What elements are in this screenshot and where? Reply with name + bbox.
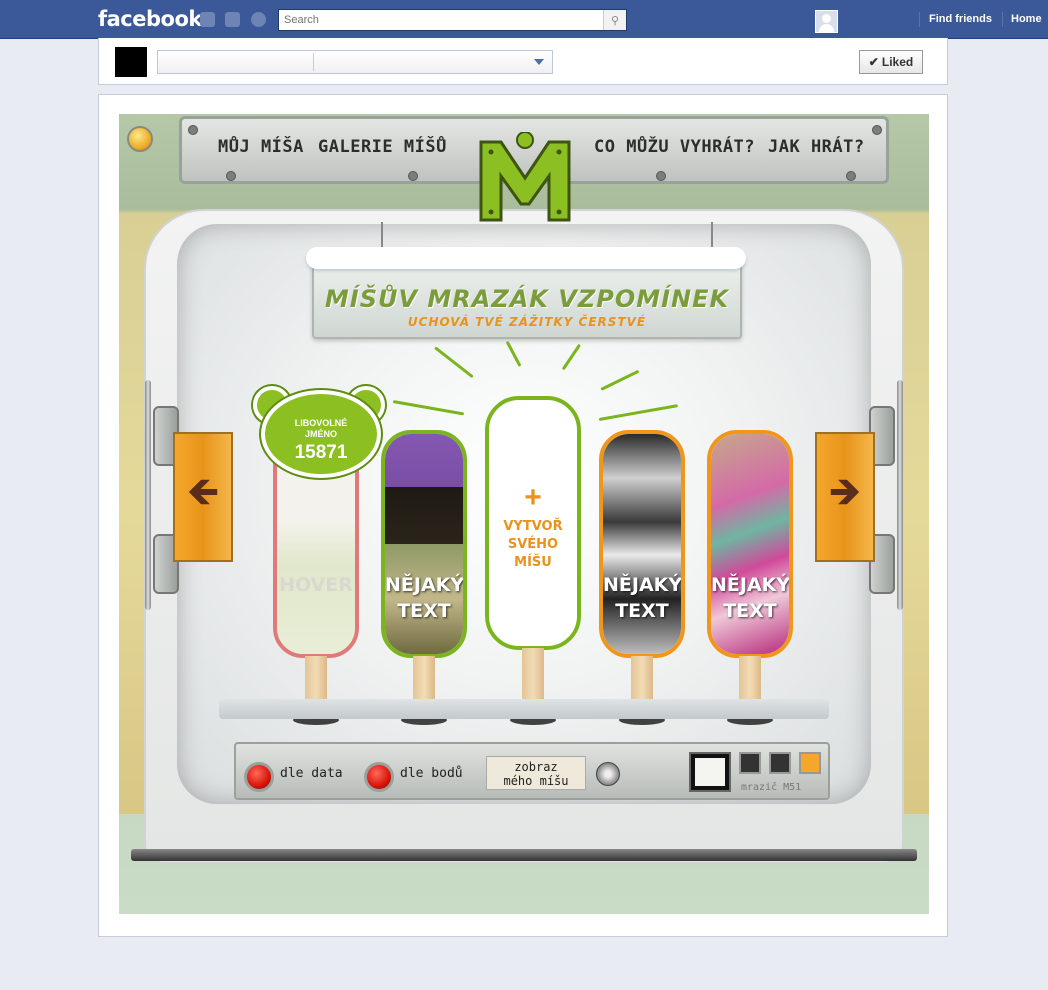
sort-by-date-button[interactable]: [244, 762, 274, 792]
badge-number: 15871: [294, 442, 348, 463]
bolt: [872, 125, 882, 135]
nav-divider: [919, 12, 920, 27]
m-logo-icon[interactable]: [477, 132, 573, 222]
lamp-icon: [127, 126, 153, 152]
user-badge[interactable]: LIBOVOLNÉ JMÉNO 15871: [251, 386, 385, 478]
liked-button[interactable]: ✔ Liked: [859, 50, 923, 74]
bolt: [846, 171, 856, 181]
create-text-line3: MÍŠU: [514, 555, 552, 570]
page-thumbnail[interactable]: [115, 47, 147, 77]
dial-knob-icon[interactable]: [596, 762, 620, 786]
facebook-logo[interactable]: facebook: [98, 7, 202, 31]
popsicle-card[interactable]: NĚJAKÝ TEXT: [599, 430, 685, 658]
page-tabs-dropdown[interactable]: [157, 50, 553, 74]
fridge-handle: [897, 380, 903, 610]
panel-switch-active[interactable]: [799, 752, 821, 774]
dropdown-divider: [313, 53, 314, 71]
sort-by-date-label[interactable]: dle data: [280, 766, 343, 781]
nav-how-to-play[interactable]: JAK HRÁT?: [768, 137, 865, 157]
nav-what-to-win[interactable]: CO MŮŽU VYHRÁT?: [594, 137, 755, 157]
popsicle-text: NĚJAKÝ TEXT: [385, 572, 463, 624]
badge-name: LIBOVOLNÉ JMÉNO: [265, 418, 377, 440]
checkmark-icon: ✔: [868, 55, 879, 69]
nav-divider: [1002, 12, 1003, 27]
badge-name-line1: LIBOVOLNÉ: [294, 418, 348, 428]
app-canvas: MŮJ MÍŠA GALERIE MÍŠŮ CO MŮŽU VYHRÁT? JA…: [119, 114, 929, 914]
show-button-line1: zobraz: [514, 760, 558, 774]
page-title: MÍŠŮV MRAZÁK VZPOMÍNEK: [324, 285, 730, 313]
chevron-down-icon: [534, 59, 544, 65]
popsicle-text-line2: TEXT: [723, 600, 777, 622]
facebook-top-bar: facebook ⚲ Find friends Home: [0, 0, 1048, 39]
popsicle-text: NĚJAKÝ TEXT: [603, 572, 681, 624]
messages-icon[interactable]: [225, 12, 240, 27]
bolt: [226, 171, 236, 181]
show-button-line2: mého míšu: [503, 774, 569, 788]
prev-arrow-button[interactable]: 🡸: [173, 432, 233, 562]
next-arrow-button[interactable]: 🡺: [815, 432, 875, 562]
title-sign: MÍŠŮV MRAZÁK VZPOMÍNEK UCHOVÁ TVÉ ZÁŽITK…: [306, 247, 746, 339]
bolt: [656, 171, 666, 181]
arrow-right-icon: 🡺: [828, 470, 862, 514]
popsicle-card[interactable]: NĚJAKÝ TEXT: [707, 430, 793, 658]
nav-my-misa[interactable]: MŮJ MÍŠA: [218, 137, 304, 157]
page-subtitle: UCHOVÁ TVÉ ZÁŽITKY ČERSTVÉ: [407, 315, 647, 329]
badge-face: LIBOVOLNÉ JMÉNO 15871: [261, 390, 381, 478]
popsicle-text-line2: TEXT: [615, 600, 669, 622]
search-input[interactable]: [284, 13, 594, 27]
popsicle-text-line1: NĚJAKÝ: [711, 574, 791, 596]
popsicle-text: NĚJAKÝ TEXT: [711, 572, 789, 624]
create-misa-card[interactable]: + VYTVOŘ SVÉHO MÍŠU: [485, 396, 581, 650]
nav-gallery[interactable]: GALERIE MÍŠŮ: [318, 137, 447, 157]
fridge-handle: [145, 380, 151, 610]
friend-requests-icon[interactable]: [200, 12, 215, 27]
popsicle-text-line1: NĚJAKÝ: [385, 574, 465, 596]
search-icon: ⚲: [610, 14, 620, 27]
arrow-left-icon: 🡸: [186, 470, 220, 514]
popsicle-text-line1: NĚJAKÝ: [603, 574, 683, 596]
fridge-base: [131, 849, 917, 861]
plus-icon: +: [524, 481, 542, 514]
page-header: ✔ Liked: [98, 38, 948, 85]
liked-label: Liked: [881, 55, 914, 69]
notifications-globe-icon[interactable]: [251, 12, 266, 27]
find-friends-link[interactable]: Find friends: [929, 13, 992, 25]
home-link[interactable]: Home: [1011, 13, 1042, 25]
sort-by-points-label[interactable]: dle bodů: [400, 766, 463, 781]
bolt: [188, 125, 198, 135]
badge-name-line2: JMÉNO: [304, 429, 337, 439]
panel-switch[interactable]: [769, 752, 791, 774]
create-text-line1: VYTVOŘ: [503, 519, 563, 534]
user-avatar[interactable]: [815, 10, 838, 33]
create-text-line2: SVÉHO: [507, 537, 559, 552]
panel-switch[interactable]: [739, 752, 761, 774]
panel-brand: mrazič M51: [741, 782, 802, 793]
control-panel: dle data dle bodů zobraz mého míšu mrazi…: [234, 742, 830, 800]
snow-cap: [306, 247, 746, 269]
popsicle-text-line2: TEXT: [397, 600, 451, 622]
search-box: ⚲: [278, 9, 627, 31]
popsicle-text: HOVER: [277, 572, 355, 598]
show-my-misa-button[interactable]: zobraz mého míšu: [486, 756, 586, 790]
sort-by-points-button[interactable]: [364, 762, 394, 792]
search-button[interactable]: ⚲: [603, 10, 626, 30]
popsicle-card[interactable]: NĚJAKÝ TEXT: [381, 430, 467, 658]
popsicle-text-line2: HOVER: [279, 574, 353, 596]
create-misa-text: VYTVOŘ SVÉHO MÍŠU: [489, 518, 577, 572]
gauge-icon: [689, 752, 731, 792]
bolt: [408, 171, 418, 181]
ice-shelf: [219, 699, 829, 719]
